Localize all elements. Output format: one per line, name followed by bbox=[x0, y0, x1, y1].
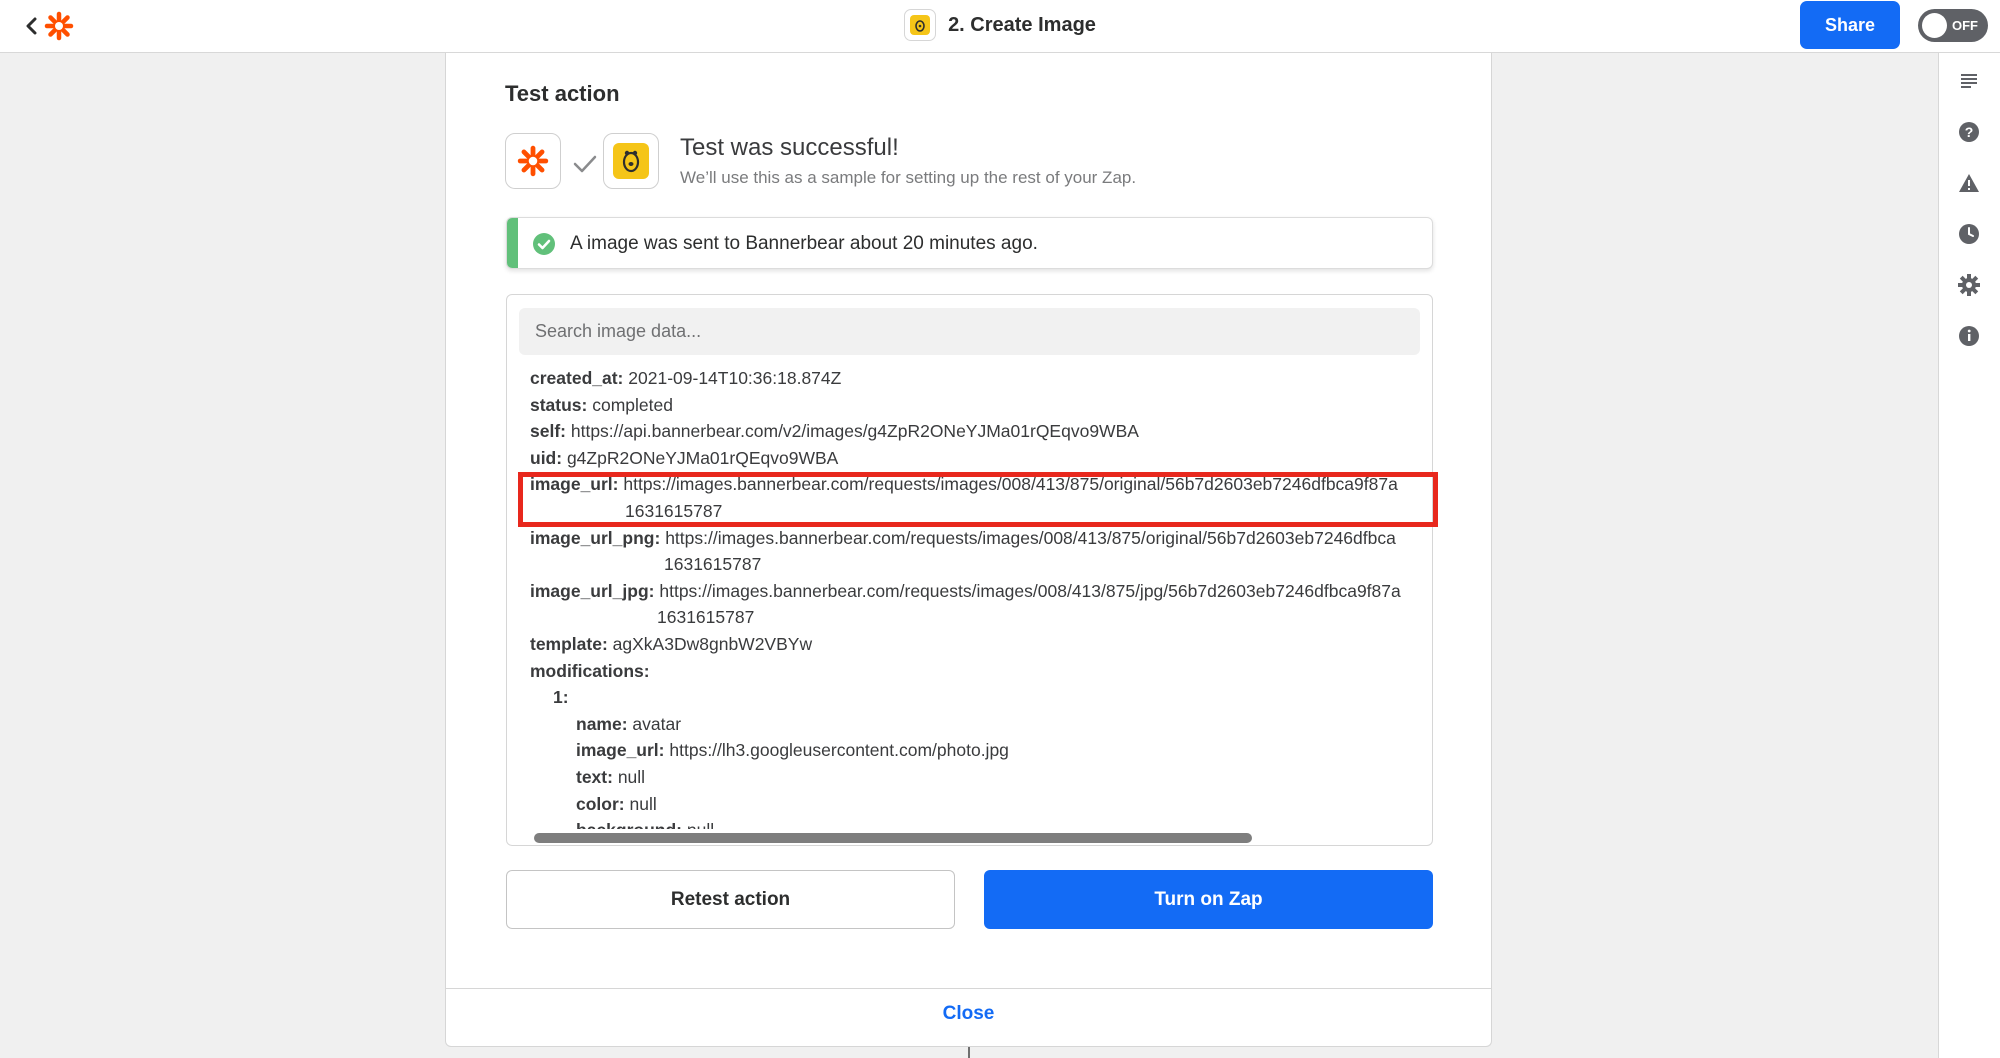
horizontal-scrollbar[interactable] bbox=[534, 833, 1252, 843]
data-row: template: agXkA3Dw8gnbW2VBYw bbox=[530, 633, 813, 654]
data-row: image_url_jpg: https://images.bannerbear… bbox=[530, 580, 1401, 601]
success-title: Test was successful! bbox=[680, 134, 899, 161]
data-row: self: https://api.bannerbear.com/v2/imag… bbox=[530, 421, 1139, 442]
data-row: name: avatar bbox=[576, 713, 682, 734]
right-sidebar: ? bbox=[1938, 53, 2000, 1058]
data-row: 1: bbox=[553, 687, 569, 708]
help-icon[interactable]: ? bbox=[1956, 119, 1982, 145]
data-row-image-url: image_url: https://images.bannerbear.com… bbox=[530, 474, 1398, 495]
warning-icon[interactable] bbox=[1956, 170, 1982, 196]
data-row: background: null bbox=[530, 817, 1430, 829]
alert-accent-bar bbox=[507, 218, 518, 268]
data-row-continuation: 1631615787 bbox=[657, 607, 755, 628]
page-title: 2. Create Image bbox=[948, 13, 1096, 36]
success-alert: A image was sent to Bannerbear about 20 … bbox=[506, 217, 1433, 269]
svg-text:?: ? bbox=[1965, 124, 1974, 140]
section-title: Test action bbox=[505, 81, 620, 106]
zap-toggle[interactable]: OFF bbox=[1918, 9, 1988, 42]
data-row-continuation: 1631615787 bbox=[664, 554, 762, 575]
search-input[interactable] bbox=[519, 308, 1420, 355]
data-row: image_url_png: https://images.bannerbear… bbox=[530, 527, 1396, 548]
data-rows[interactable]: created_at: 2021-09-14T10:36:18.874Z sta… bbox=[530, 365, 1430, 829]
bannerbear-logo-icon bbox=[603, 133, 659, 189]
image-data-box: created_at: 2021-09-14T10:36:18.874Z sta… bbox=[506, 294, 1433, 846]
toggle-label: OFF bbox=[1952, 18, 1978, 33]
data-row: text: null bbox=[576, 766, 646, 787]
success-check-circle-icon bbox=[532, 232, 556, 256]
retest-action-button[interactable]: Retest action bbox=[506, 870, 955, 929]
data-row: color: null bbox=[576, 793, 657, 814]
settings-icon[interactable] bbox=[1956, 272, 1982, 298]
connector-line bbox=[968, 1047, 970, 1058]
data-row: modifications: bbox=[530, 660, 650, 681]
footer-divider bbox=[446, 988, 1491, 989]
connector-check-icon bbox=[570, 149, 600, 179]
zapier-app-icon bbox=[505, 133, 561, 189]
test-action-panel: Test action Test was successful! We’ll u… bbox=[445, 53, 1492, 1047]
toggle-knob bbox=[1922, 13, 1947, 38]
data-row: created_at: 2021-09-14T10:36:18.874Z bbox=[530, 368, 842, 388]
share-button[interactable]: Share bbox=[1800, 1, 1900, 49]
success-subtitle: We’ll use this as a sample for setting u… bbox=[680, 168, 1137, 187]
data-row: status: completed bbox=[530, 394, 673, 415]
data-row: uid: g4ZpR2ONeYJMa01rQEqvo9WBA bbox=[530, 447, 839, 468]
notes-icon[interactable] bbox=[1956, 68, 1982, 94]
info-icon[interactable] bbox=[1956, 323, 1982, 349]
turn-on-zap-button[interactable]: Turn on Zap bbox=[984, 870, 1433, 929]
top-bar: 2. Create Image Share OFF bbox=[0, 0, 2000, 53]
step-title: 2. Create Image bbox=[0, 8, 2000, 42]
history-icon[interactable] bbox=[1956, 221, 1982, 247]
close-button[interactable]: Close bbox=[446, 1003, 1491, 1025]
alert-text: A image was sent to Bannerbear about 20 … bbox=[570, 233, 1038, 254]
data-row: image_url: https://lh3.googleusercontent… bbox=[576, 740, 1009, 761]
data-row-continuation: 1631615787 bbox=[625, 500, 723, 521]
bannerbear-app-icon bbox=[904, 9, 937, 41]
